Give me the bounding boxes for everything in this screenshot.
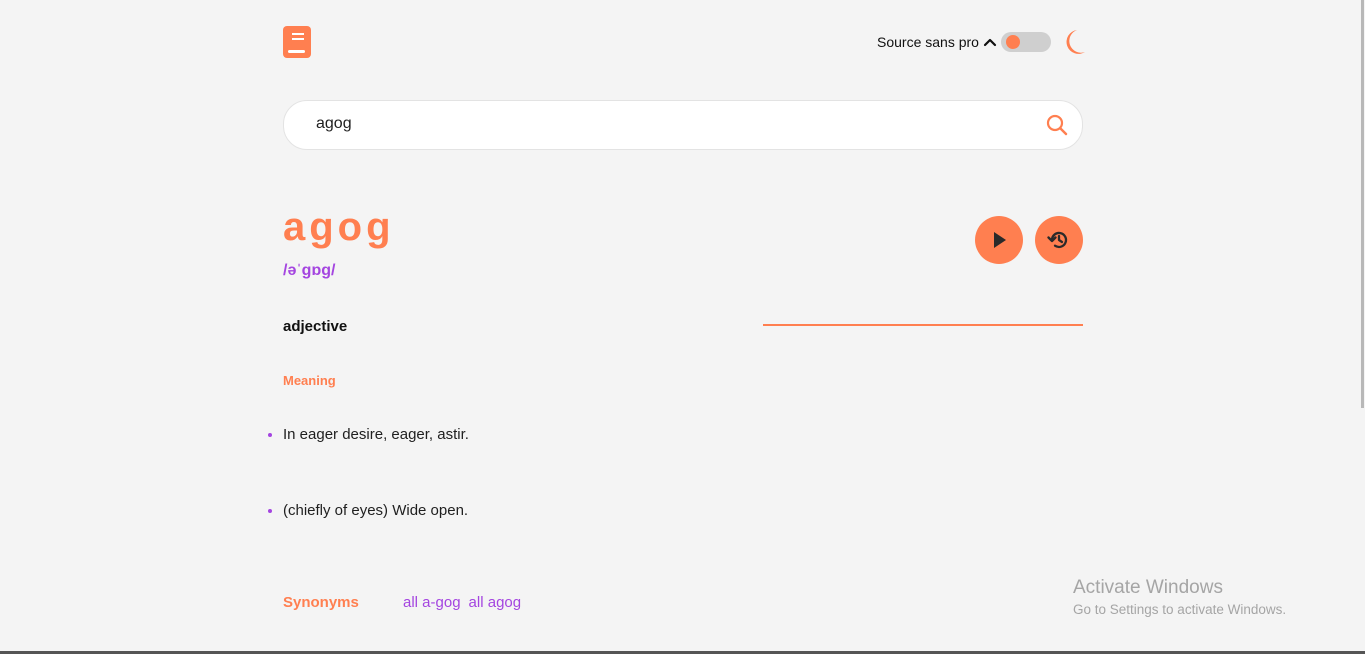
activation-watermark: Activate Windows Go to Settings to activ…	[1073, 577, 1286, 617]
definition-text: (chiefly of eyes) Wide open.	[283, 502, 469, 519]
synonym-link[interactable]: all agog	[469, 594, 522, 611]
watermark-subtitle: Go to Settings to activate Windows.	[1073, 602, 1287, 617]
bullet	[268, 432, 272, 437]
font-selector[interactable]: Source sans pro	[877, 34, 997, 50]
font-selector-label: Source sans pro	[877, 34, 979, 50]
phonetic: /əˈɡɒɡ/	[283, 262, 336, 279]
search-input[interactable]	[316, 115, 1016, 133]
toggle-knob	[1006, 35, 1020, 49]
meaning-heading: Meaning	[283, 373, 336, 388]
bullet	[268, 508, 272, 513]
synonym-link[interactable]: all a-gog	[403, 594, 461, 611]
part-of-speech: adjective	[283, 318, 348, 335]
history-icon	[1047, 231, 1068, 249]
play-audio-button[interactable]	[975, 216, 1023, 264]
section-divider	[763, 324, 1083, 326]
word-title: agog	[283, 205, 395, 249]
synonyms-list: all a-gog all agog	[403, 594, 521, 611]
theme-toggle[interactable]	[1001, 32, 1051, 52]
definition-item: In eager desire, eager, astir.	[268, 426, 469, 443]
scrollbar[interactable]	[1361, 0, 1364, 408]
chevron-up-icon	[983, 38, 997, 47]
synonyms-heading: Synonyms	[283, 594, 359, 611]
history-button[interactable]	[1035, 216, 1083, 264]
definition-text: In eager desire, eager, astir.	[283, 426, 469, 443]
watermark-title: Activate Windows	[1073, 577, 1223, 598]
book-icon	[283, 26, 311, 58]
moon-icon[interactable]	[1058, 28, 1086, 56]
play-icon	[994, 232, 1006, 248]
search-icon[interactable]	[1046, 114, 1068, 136]
definition-item: (chiefly of eyes) Wide open.	[268, 502, 468, 519]
search-bar	[283, 100, 1083, 150]
